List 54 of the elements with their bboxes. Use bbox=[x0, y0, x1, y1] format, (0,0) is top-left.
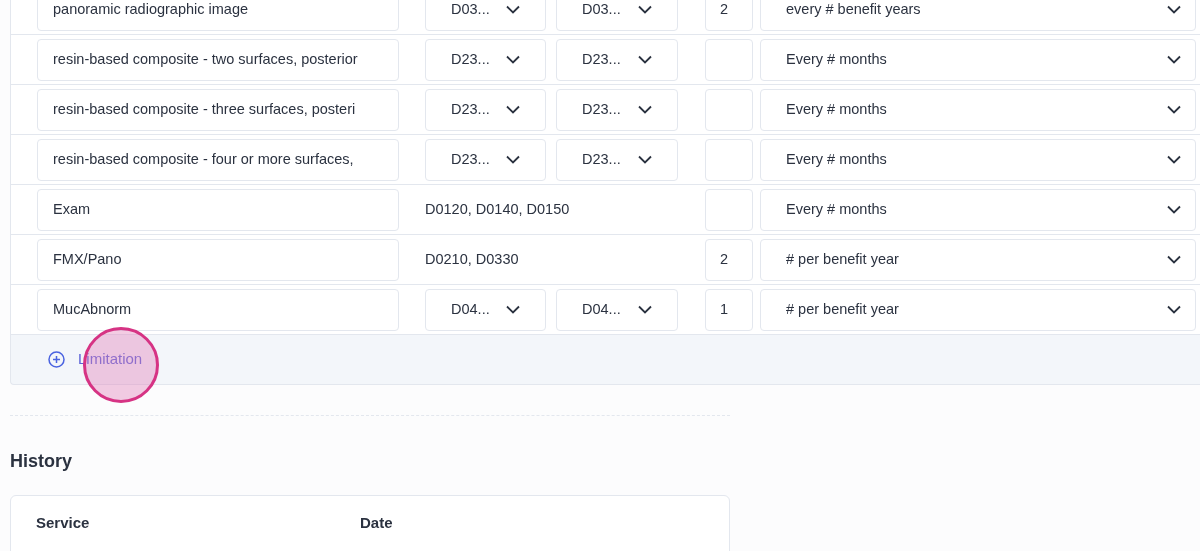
name-field[interactable]: MucAbnorm bbox=[37, 288, 399, 331]
chevron-down-icon bbox=[1167, 155, 1181, 164]
frequency-dropdown[interactable]: Every # months bbox=[760, 88, 1196, 131]
chevron-down-icon bbox=[506, 5, 520, 14]
code-dropdown[interactable]: D23... bbox=[556, 38, 678, 81]
code-dropdown[interactable]: D23... bbox=[425, 38, 546, 81]
procedure-codes: D0120, D0140, D0150 bbox=[425, 199, 571, 219]
frequency-dropdown[interactable]: Every # months bbox=[760, 138, 1196, 181]
name-field[interactable]: resin-based composite - three surfaces, posteri bbox=[37, 88, 399, 131]
chevron-down-icon bbox=[638, 105, 652, 114]
chevron-down-icon bbox=[1167, 255, 1181, 264]
count-field[interactable] bbox=[705, 88, 753, 131]
code-dropdown[interactable]: D03... bbox=[425, 0, 546, 31]
code-dropdown[interactable]: D23... bbox=[556, 88, 678, 131]
chevron-down-icon bbox=[506, 305, 520, 314]
name-field[interactable]: resin-based composite - four or more surfaces, bbox=[37, 138, 399, 181]
chevron-down-icon bbox=[1167, 105, 1181, 114]
name-field[interactable]: Exam bbox=[37, 188, 399, 231]
chevron-down-icon bbox=[1167, 205, 1181, 214]
name-field[interactable]: FMX/Pano bbox=[37, 238, 399, 281]
chevron-down-icon bbox=[638, 55, 652, 64]
name-field[interactable]: resin-based composite - two surfaces, posterior bbox=[37, 38, 399, 81]
frequency-dropdown[interactable]: Every # months bbox=[760, 38, 1196, 81]
code-dropdown[interactable]: D04... bbox=[425, 288, 546, 331]
chevron-down-icon bbox=[638, 305, 652, 314]
count-field[interactable]: 1 bbox=[705, 288, 753, 331]
section-title: History bbox=[10, 450, 73, 473]
count-field[interactable] bbox=[705, 38, 753, 81]
code-dropdown[interactable]: D23... bbox=[425, 88, 546, 131]
chevron-down-icon bbox=[1167, 5, 1181, 14]
frequency-dropdown[interactable]: # per benefit year bbox=[760, 238, 1196, 281]
chevron-down-icon bbox=[1167, 55, 1181, 64]
frequency-dropdown[interactable]: Every # months bbox=[760, 188, 1196, 231]
count-field[interactable]: 2 bbox=[705, 238, 753, 281]
chevron-down-icon bbox=[506, 55, 520, 64]
code-dropdown[interactable]: D04... bbox=[556, 288, 678, 331]
count-field[interactable]: 2 bbox=[705, 0, 753, 31]
chevron-down-icon bbox=[638, 5, 652, 14]
count-field[interactable] bbox=[705, 138, 753, 181]
chevron-down-icon bbox=[1167, 305, 1181, 314]
column-header: Date bbox=[360, 513, 393, 533]
plus-circle-icon bbox=[48, 351, 65, 368]
name-field[interactable]: panoramic radiographic image bbox=[37, 0, 399, 31]
procedure-codes: D0210, D0330 bbox=[425, 249, 520, 269]
column-header: Service bbox=[36, 513, 91, 533]
code-dropdown[interactable]: D03... bbox=[556, 0, 678, 31]
count-field[interactable] bbox=[705, 188, 753, 231]
frequency-dropdown[interactable]: # per benefit year bbox=[760, 288, 1196, 331]
code-dropdown[interactable]: D23... bbox=[425, 138, 546, 181]
chevron-down-icon bbox=[506, 155, 520, 164]
chevron-down-icon bbox=[638, 155, 652, 164]
code-dropdown[interactable]: D23... bbox=[556, 138, 678, 181]
frequency-dropdown[interactable]: every # benefit years bbox=[760, 0, 1196, 31]
chevron-down-icon bbox=[506, 105, 520, 114]
